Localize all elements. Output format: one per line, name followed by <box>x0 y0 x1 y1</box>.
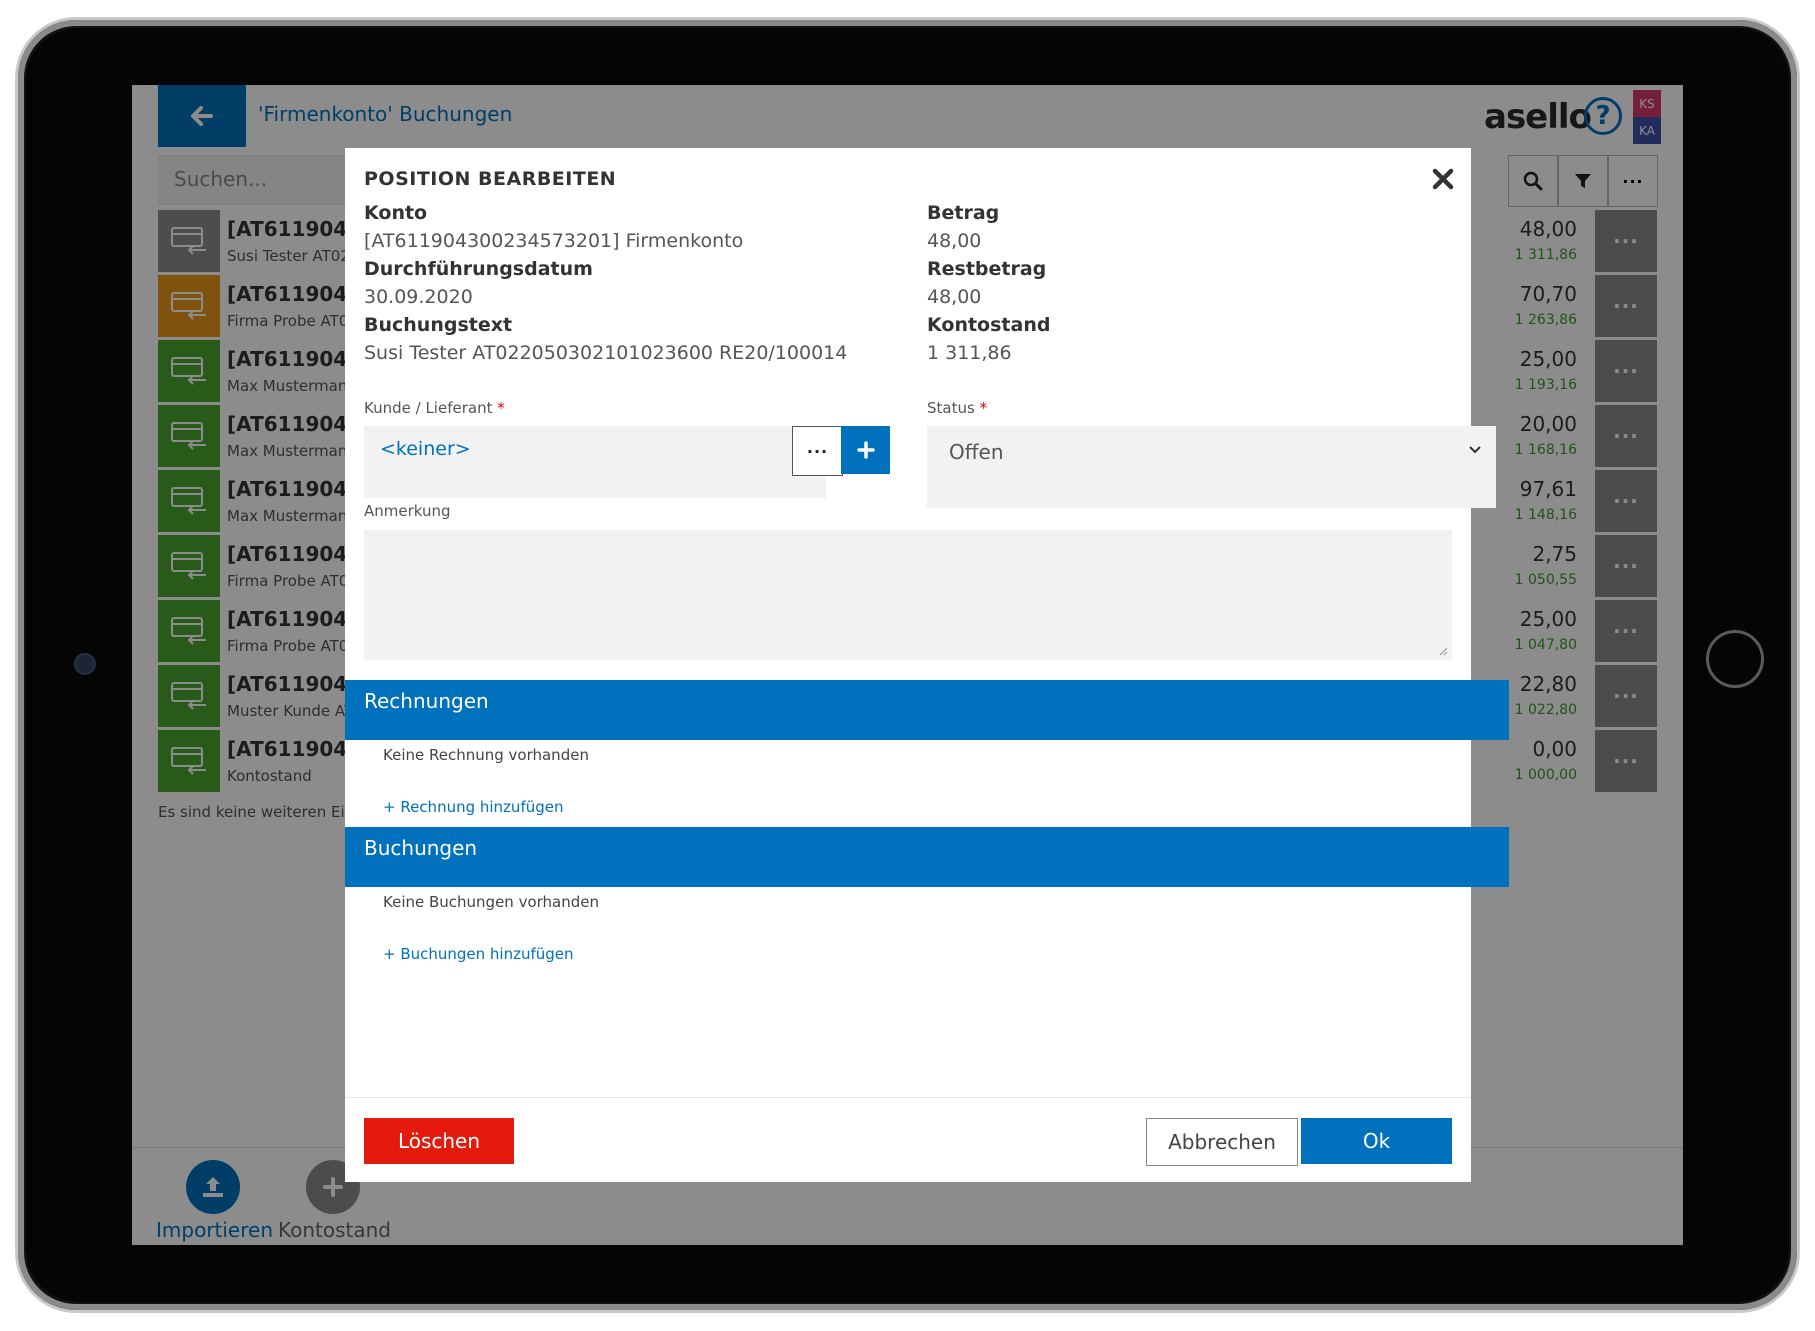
buchungstext-value: Susi Tester AT022050302101023600 RE20/10… <box>364 342 848 364</box>
betrag-value: 48,00 <box>927 230 982 252</box>
status-value: Offen <box>949 440 1004 464</box>
rechnungen-section-header: Rechnungen <box>345 680 1509 740</box>
resize-handle-icon[interactable] <box>1438 646 1448 656</box>
close-icon <box>1432 168 1454 190</box>
anmerkung-label: Anmerkung <box>364 502 451 520</box>
kunde-select[interactable]: <keiner> <box>364 426 826 498</box>
restbetrag-label: Restbetrag <box>927 258 1047 280</box>
anmerkung-textarea[interactable] <box>364 530 1452 660</box>
ellipsis-icon: ··· <box>806 441 829 461</box>
status-label-text: Status <box>927 399 975 417</box>
kunde-label-text: Kunde / Lieferant <box>364 399 493 417</box>
rechnungen-empty-text: Keine Rechnung vorhanden <box>383 746 589 764</box>
buchungen-empty-text: Keine Buchungen vorhanden <box>383 893 599 911</box>
status-field-label: Status * <box>927 399 987 417</box>
datum-label: Durchführungsdatum <box>364 258 593 280</box>
kunde-field-label: Kunde / Lieferant * <box>364 399 505 417</box>
chevron-down-icon <box>1469 446 1481 454</box>
required-mark: * <box>979 399 988 417</box>
plus-icon <box>856 441 875 459</box>
add-buchung-link[interactable]: + Buchungen hinzufügen <box>383 945 574 963</box>
cancel-button[interactable]: Abbrechen <box>1146 1118 1298 1166</box>
datum-value: 30.09.2020 <box>364 286 473 308</box>
kontostand-value: 1 311,86 <box>927 342 1012 364</box>
tablet-home-button <box>1706 630 1764 688</box>
edit-position-dialog: POSITION BEARBEITEN Konto [AT61190430023… <box>345 148 1509 1182</box>
kunde-browse-button[interactable]: ··· <box>792 426 843 476</box>
buchungen-section-header: Buchungen <box>345 827 1509 887</box>
betrag-label: Betrag <box>927 202 1000 224</box>
close-button[interactable] <box>1428 164 1458 194</box>
dialog-title: POSITION BEARBEITEN <box>364 168 617 190</box>
tablet-camera <box>74 653 96 675</box>
add-rechnung-link[interactable]: + Rechnung hinzufügen <box>383 798 563 816</box>
required-mark: * <box>497 399 505 417</box>
dialog-footer-divider <box>345 1097 1471 1098</box>
ok-button[interactable]: Ok <box>1301 1118 1452 1164</box>
delete-button[interactable]: Löschen <box>364 1118 514 1164</box>
kontostand-label-dialog: Kontostand <box>927 314 1051 336</box>
kunde-add-button[interactable] <box>841 426 890 474</box>
status-select[interactable]: Offen <box>927 426 1496 508</box>
restbetrag-value: 48,00 <box>927 286 982 308</box>
konto-label: Konto <box>364 202 428 224</box>
buchungstext-label: Buchungstext <box>364 314 513 336</box>
konto-value: [AT611904300234573201] Firmenkonto <box>364 230 744 252</box>
